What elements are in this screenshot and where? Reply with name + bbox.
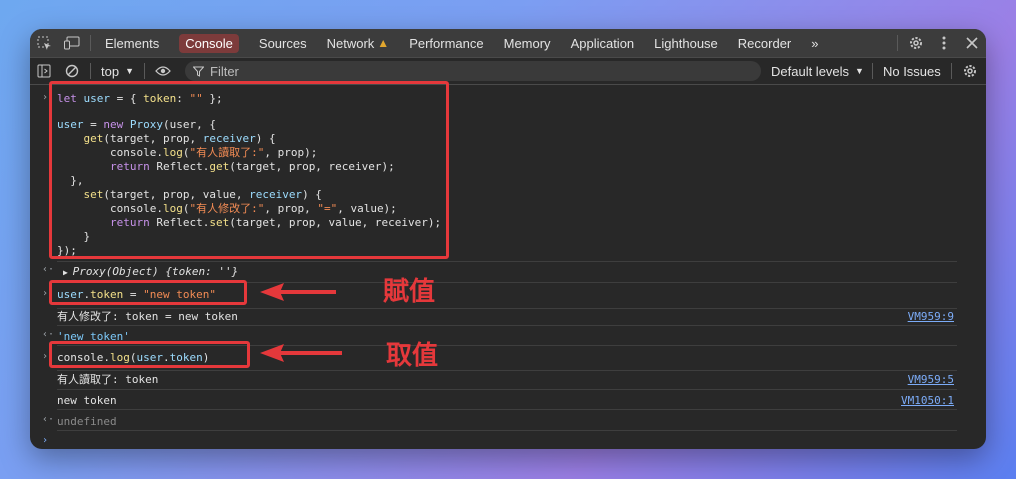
source-link[interactable]: VM1050:1 [901,394,954,407]
inspect-element-icon[interactable] [30,29,58,57]
row-divider [57,261,957,262]
proxy-result[interactable]: ▶ Proxy(Object) {token: ''} [63,265,238,279]
red-arrow-icon [260,344,342,362]
warning-icon: ▲ [377,36,390,50]
settings-gear-icon[interactable] [902,29,930,57]
red-arrow-icon [260,283,336,301]
source-link[interactable]: VM959:9 [908,310,954,323]
devtools-window: Elements Console Sources Network ▲ Perfor… [30,29,986,449]
more-options-icon[interactable] [930,29,958,57]
console-settings-gear-icon[interactable] [956,57,984,85]
tab-bar-actions [893,29,986,57]
read-highlight-box [49,341,250,368]
device-toolbar-icon[interactable] [58,29,86,57]
tab-bar-divider [897,35,898,51]
assign-annotation: 賦值 [383,277,436,307]
assign-highlight-box [49,280,247,305]
result-arrow-icon: ‹· [42,329,55,340]
read-annotation: 取值 [386,341,439,371]
row-divider [57,430,957,431]
input-chevron-icon: › [42,288,49,299]
tab-application[interactable]: Application [561,29,645,57]
result-arrow-icon: ‹· [42,264,55,275]
filter-placeholder: Filter [210,63,239,79]
filter-funnel-icon [193,66,204,77]
tab-network[interactable]: Network ▲ [317,29,400,57]
tab-elements[interactable]: Elements [95,29,169,57]
console-output: › let user = { token: "" }; user = new P… [30,81,986,449]
row-divider [57,308,957,309]
undefined-result: undefined [57,415,117,428]
result-arrow-icon: ‹· [42,414,55,425]
tab-label: Network [326,35,375,51]
tab-lighthouse[interactable]: Lighthouse [644,29,728,57]
log-get-message: 有人讀取了: token [57,373,159,386]
prompt-chevron-icon[interactable]: › [42,435,48,446]
tab-label: Sources [258,35,307,51]
input-chevron-icon: › [42,92,49,103]
toolbar-divider [871,63,873,79]
tab-label: Console [179,33,239,53]
tab-label: Elements [105,35,160,51]
levels-label: Default levels [771,63,850,79]
more-tabs-button[interactable]: » [801,29,828,57]
dropdown-arrow-icon: ▼ [855,66,864,76]
toolbar-divider [950,63,952,79]
log-set-message: 有人修改了: token = new token [57,310,238,323]
tab-memory[interactable]: Memory [494,29,561,57]
tab-recorder[interactable]: Recorder [728,29,801,57]
tab-label: Performance [409,35,484,51]
tab-performance[interactable]: Performance [399,29,493,57]
row-divider [57,389,957,390]
tab-label: Application [570,35,635,51]
source-link[interactable]: VM959:5 [908,373,954,386]
issues-label: No Issues [882,63,941,79]
default-levels-dropdown[interactable]: Default levels ▼ [771,64,864,79]
tab-label: Recorder [737,35,792,51]
input-chevron-icon: › [42,351,49,362]
toolbar-divider [144,63,145,79]
toolbar-divider [90,63,91,79]
proxy-result-text: Proxy(Object) {token: ''} [72,265,239,278]
tab-label: Lighthouse [654,35,718,51]
chevron-double-right-icon: » [811,35,819,51]
context-selector[interactable]: top ▼ [95,64,140,79]
tab-bar-divider [90,35,91,51]
close-icon[interactable] [958,29,986,57]
issues-button[interactable]: No Issues [877,64,947,79]
tab-console[interactable]: Console [169,29,249,57]
devtools-tab-bar: Elements Console Sources Network ▲ Perfor… [30,29,986,58]
log-value-message: new token [57,394,117,407]
tab-label: Memory [503,35,551,51]
filter-input[interactable]: Filter [185,61,761,81]
row-divider [57,325,957,326]
dropdown-arrow-icon: ▼ [125,66,134,76]
row-divider [57,409,957,410]
code-highlight-box [49,81,449,259]
tab-sources[interactable]: Sources [249,29,317,57]
context-label: top [101,63,120,79]
row-divider [57,370,957,371]
